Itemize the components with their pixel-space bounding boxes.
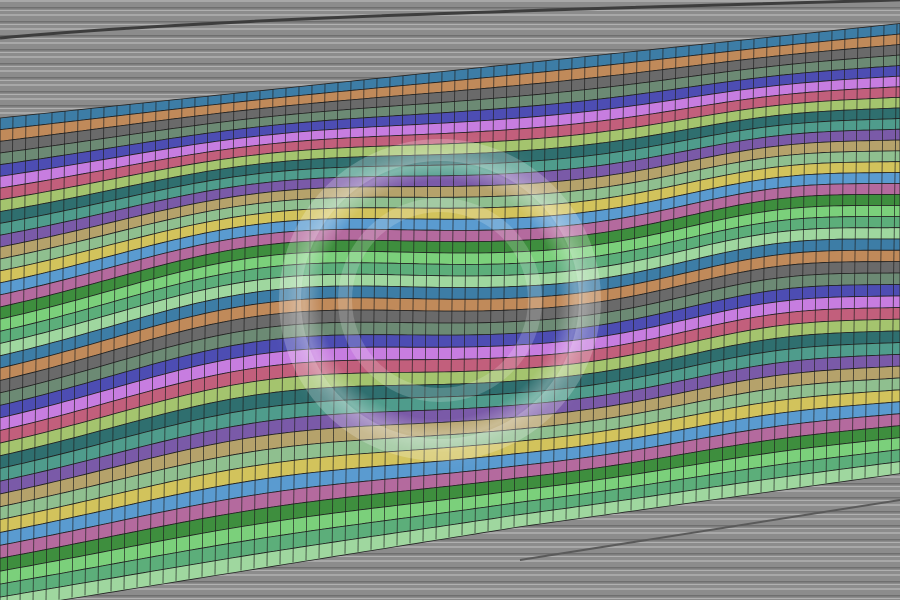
seismic-grid-scene [0, 0, 900, 600]
circular-watermark-icon [270, 130, 610, 470]
